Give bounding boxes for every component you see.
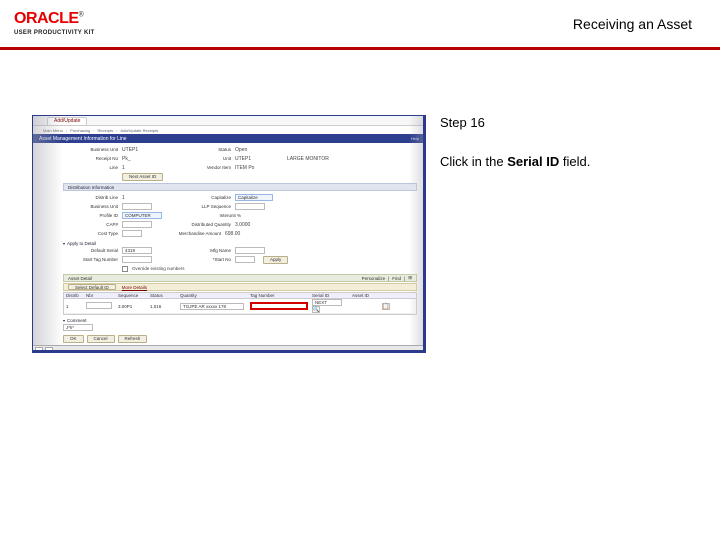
label-default-serial: Default Serial bbox=[63, 248, 118, 253]
personalize-link[interactable]: Personalize bbox=[362, 276, 386, 281]
cell-sequence: 3.00P1 bbox=[116, 304, 148, 309]
override-label: Override existing numbers bbox=[132, 266, 185, 271]
brand: ORACLE® USER PRODUCTIVITY KIT bbox=[14, 11, 95, 36]
col-quantity: Quantity bbox=[178, 293, 248, 298]
label-vendor-item: Vendor Item bbox=[176, 165, 231, 170]
tabstrip: Add/Update bbox=[33, 116, 423, 126]
scroll-button[interactable] bbox=[35, 347, 43, 353]
col-sequence: Sequence bbox=[116, 293, 148, 298]
asset-detail-table: Distrib Nbr Sequence Status Quantity Tag… bbox=[63, 292, 417, 315]
value-line: 1 bbox=[122, 165, 152, 171]
main-tab[interactable]: Add/Update bbox=[47, 117, 87, 125]
start-no-input[interactable] bbox=[235, 256, 255, 263]
cost-type-input[interactable] bbox=[122, 230, 142, 237]
section-distribution-information: Distribution Information bbox=[63, 183, 417, 191]
col-status: Status bbox=[148, 293, 178, 298]
label-business-unit: Business Unit bbox=[63, 147, 118, 152]
next-asset-id-button[interactable]: Next Asset ID bbox=[122, 173, 163, 181]
capitalize-select[interactable]: Capitalize bbox=[235, 194, 273, 201]
breadcrumb-item[interactable]: Add/Update Receipts bbox=[120, 128, 158, 133]
window-footer-scrollbar[interactable] bbox=[33, 345, 423, 353]
mfg-name-input[interactable] bbox=[235, 247, 265, 254]
value-business-unit: UTEP1 bbox=[122, 147, 152, 153]
apply-button[interactable]: Apply bbox=[263, 256, 288, 264]
label-start-no: *Start No bbox=[176, 257, 231, 262]
value-vendor-item: ITEM Po bbox=[235, 165, 265, 171]
find-link[interactable]: Find bbox=[392, 276, 401, 281]
cap-number-input[interactable] bbox=[122, 221, 152, 228]
label-distrib-line: Distrib Line bbox=[63, 195, 118, 200]
label-mfg-name: Mfg Name bbox=[176, 248, 231, 253]
ok-button[interactable]: OK bbox=[63, 335, 84, 343]
col-nbr: Nbr bbox=[84, 293, 116, 298]
oracle-logo: ORACLE® bbox=[14, 11, 95, 27]
label-bu: Business Unit bbox=[63, 204, 118, 209]
llp-seq-input[interactable] bbox=[235, 203, 265, 210]
label-cost-type: Cost Type bbox=[63, 231, 118, 236]
col-asset-id: Asset ID bbox=[350, 293, 380, 298]
cell-distrib: 1 bbox=[64, 304, 84, 309]
label-dist-qty: Distributed Quantity bbox=[176, 222, 231, 227]
label-receipt-no: Receipt No bbox=[63, 156, 118, 161]
instruction-text: Click in the Serial ID field. bbox=[440, 154, 702, 169]
breadcrumb-item[interactable]: Receipts bbox=[98, 128, 114, 133]
value-distrib-line: 1 bbox=[122, 195, 152, 201]
override-checkbox[interactable] bbox=[122, 266, 128, 272]
comment-input[interactable]: J*k* bbox=[63, 324, 93, 331]
breadcrumb: Main Menu› Purchasing› Receipts› Add/Upd… bbox=[33, 126, 423, 134]
asset-id-input[interactable]: NEXT bbox=[312, 299, 342, 306]
col-tag-number: Tag Number bbox=[248, 293, 310, 298]
select-default-id-button[interactable]: Select Default ID bbox=[68, 284, 116, 290]
cell-status: 1.016 bbox=[148, 304, 178, 309]
label-profile: Profile ID bbox=[63, 213, 118, 218]
value-status: Open bbox=[235, 147, 265, 153]
calendar-icon[interactable]: 📋 bbox=[382, 303, 390, 310]
value-unit-po: UTEP1 bbox=[235, 156, 265, 162]
label-cap-number: CAP# bbox=[63, 222, 118, 227]
start-tag-number-input[interactable] bbox=[122, 256, 152, 263]
page-header: ORACLE® USER PRODUCTIVITY KIT Receiving … bbox=[0, 0, 720, 50]
refresh-button[interactable]: Refresh bbox=[118, 335, 148, 343]
section-asset-detail: Asset Detail Personalize| Find| ⊞ bbox=[63, 274, 417, 282]
value-dist-qty: 3.0000 bbox=[235, 222, 265, 228]
label-merch-amount: Merchandise Amount bbox=[166, 231, 221, 236]
help-link[interactable]: Help bbox=[411, 136, 419, 141]
profile-input[interactable]: COMPUTER bbox=[122, 212, 162, 219]
label-line: Line bbox=[63, 165, 118, 170]
breadcrumb-item[interactable]: Main Menu bbox=[43, 128, 63, 133]
label-start-tag-number: Start Tag Number bbox=[63, 257, 118, 262]
value-merch-amount: 698.00 bbox=[225, 231, 255, 237]
lookup-icon[interactable]: 🔍 bbox=[312, 306, 320, 313]
window-title: Asset Management Information for Line bbox=[39, 136, 127, 142]
label-status: Status bbox=[176, 147, 231, 152]
label-capitalize: Capitalize bbox=[176, 195, 231, 200]
window-title-bar: Asset Management Information for Line He… bbox=[33, 134, 423, 143]
instruction-panel: Step 16 Click in the Serial ID field. bbox=[440, 115, 702, 353]
col-distrib: Distrib bbox=[64, 293, 84, 298]
col-serial-id: Serial ID bbox=[310, 293, 350, 298]
breadcrumb-item[interactable]: Purchasing bbox=[70, 128, 90, 133]
table-row: 1 3.00P1 1.016 TGJPE AR xxxxx 178 NEXT🔍 … bbox=[64, 299, 416, 314]
bu-input[interactable] bbox=[122, 203, 152, 210]
value-receipt-no: Pk_ bbox=[122, 156, 152, 162]
value-desc-large-monitor: LARGE MONITOR bbox=[287, 156, 329, 162]
grid-icon[interactable]: ⊞ bbox=[408, 275, 412, 281]
app-screenshot: Add/Update Main Menu› Purchasing› Receip… bbox=[32, 115, 426, 353]
tag-number-input[interactable]: TGJPE AR xxxxx 178 bbox=[180, 303, 244, 310]
topic-title: Receiving an Asset bbox=[573, 16, 692, 32]
label-unit-po: Unit bbox=[176, 156, 231, 161]
nbr-input[interactable] bbox=[86, 302, 112, 309]
more-details-link[interactable]: More Details bbox=[122, 285, 147, 290]
cancel-button[interactable]: Cancel bbox=[87, 335, 115, 343]
scroll-button[interactable] bbox=[45, 347, 53, 353]
serial-id-input[interactable] bbox=[250, 302, 308, 310]
label-llp-seq: LLP Sequence bbox=[176, 204, 231, 209]
brand-subtitle: USER PRODUCTIVITY KIT bbox=[14, 30, 95, 36]
label-interunit: Interunit % bbox=[186, 213, 241, 218]
step-label: Step 16 bbox=[440, 115, 702, 130]
default-serial-input[interactable]: 4319 bbox=[122, 247, 152, 254]
